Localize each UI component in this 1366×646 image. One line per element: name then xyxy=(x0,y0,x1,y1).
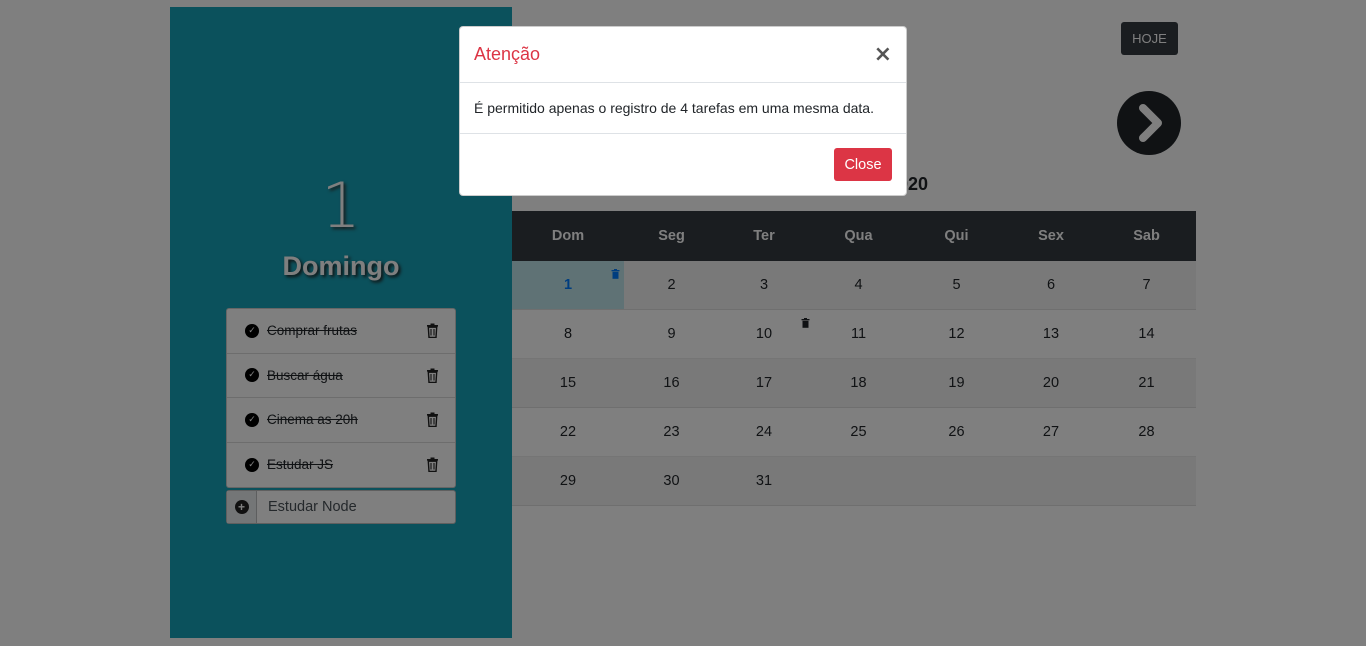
modal-body: É permitido apenas o registro de 4 taref… xyxy=(460,83,906,134)
modal-footer: Close xyxy=(460,134,906,195)
modal-message: É permitido apenas o registro de 4 taref… xyxy=(474,100,874,116)
alert-modal: Atenção × É permitido apenas o registro … xyxy=(459,26,907,196)
close-button[interactable]: Close xyxy=(834,148,892,181)
modal-title: Atenção xyxy=(474,44,541,64)
close-icon[interactable]: × xyxy=(874,43,892,66)
modal-header: Atenção × xyxy=(460,27,906,83)
